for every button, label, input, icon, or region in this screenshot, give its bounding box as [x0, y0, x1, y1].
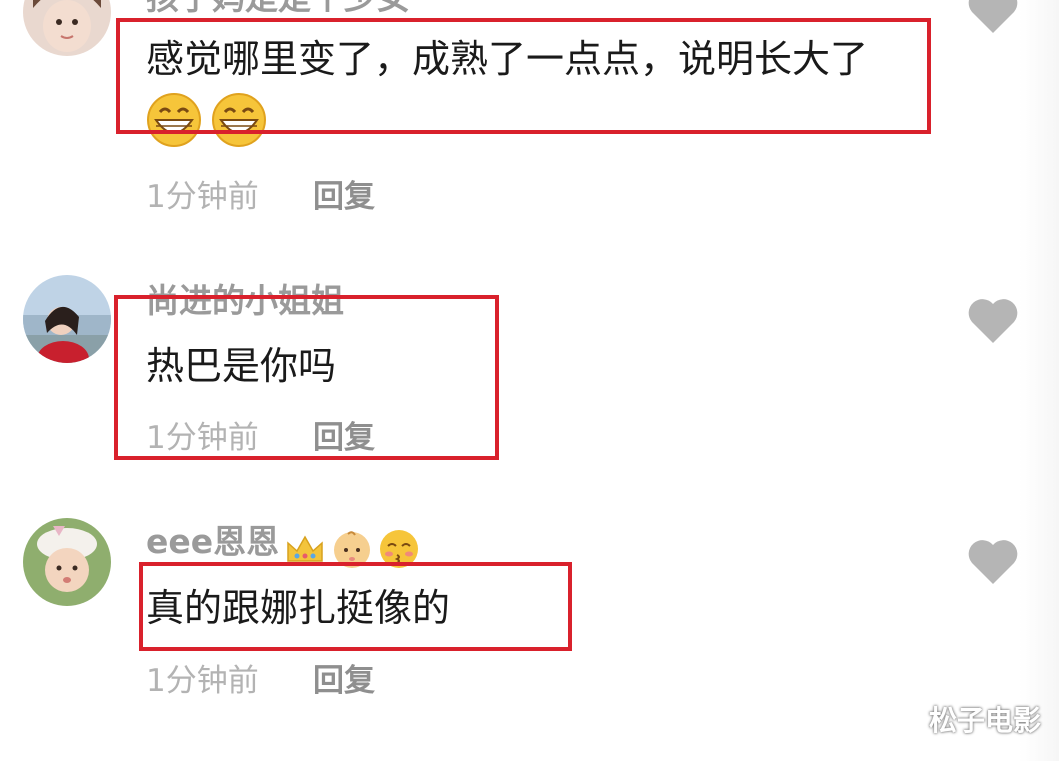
avatar-image — [23, 0, 111, 56]
comment-time: 1分钟前 — [146, 179, 259, 215]
watermark: 松子电影 — [928, 704, 1041, 737]
heart-icon — [968, 299, 1018, 343]
reply-button[interactable]: 回复 — [313, 177, 375, 217]
edge-shadow — [1019, 0, 1059, 761]
like-button[interactable] — [966, 537, 1020, 587]
highlight-box — [114, 295, 499, 460]
highlight-box — [139, 562, 572, 651]
heart-icon — [968, 0, 1018, 33]
comment-time: 1分钟前 — [146, 663, 259, 699]
avatar-image — [23, 275, 111, 363]
username[interactable]: 孩子妈是是个少女 — [146, 0, 410, 18]
comment-screen: 孩子妈是是个少女 感觉哪里变了，成熟了一点点，说明长大了 1分 — [0, 0, 1059, 761]
avatar-image — [23, 518, 111, 606]
like-button[interactable] — [966, 296, 1020, 346]
reply-button[interactable]: 回复 — [313, 661, 375, 701]
avatar[interactable] — [23, 518, 111, 606]
heart-icon — [968, 540, 1018, 584]
username[interactable]: eee恩恩 — [146, 522, 279, 561]
like-button[interactable] — [966, 0, 1020, 36]
avatar[interactable] — [23, 0, 111, 56]
highlight-box — [116, 18, 931, 134]
avatar[interactable] — [23, 275, 111, 363]
